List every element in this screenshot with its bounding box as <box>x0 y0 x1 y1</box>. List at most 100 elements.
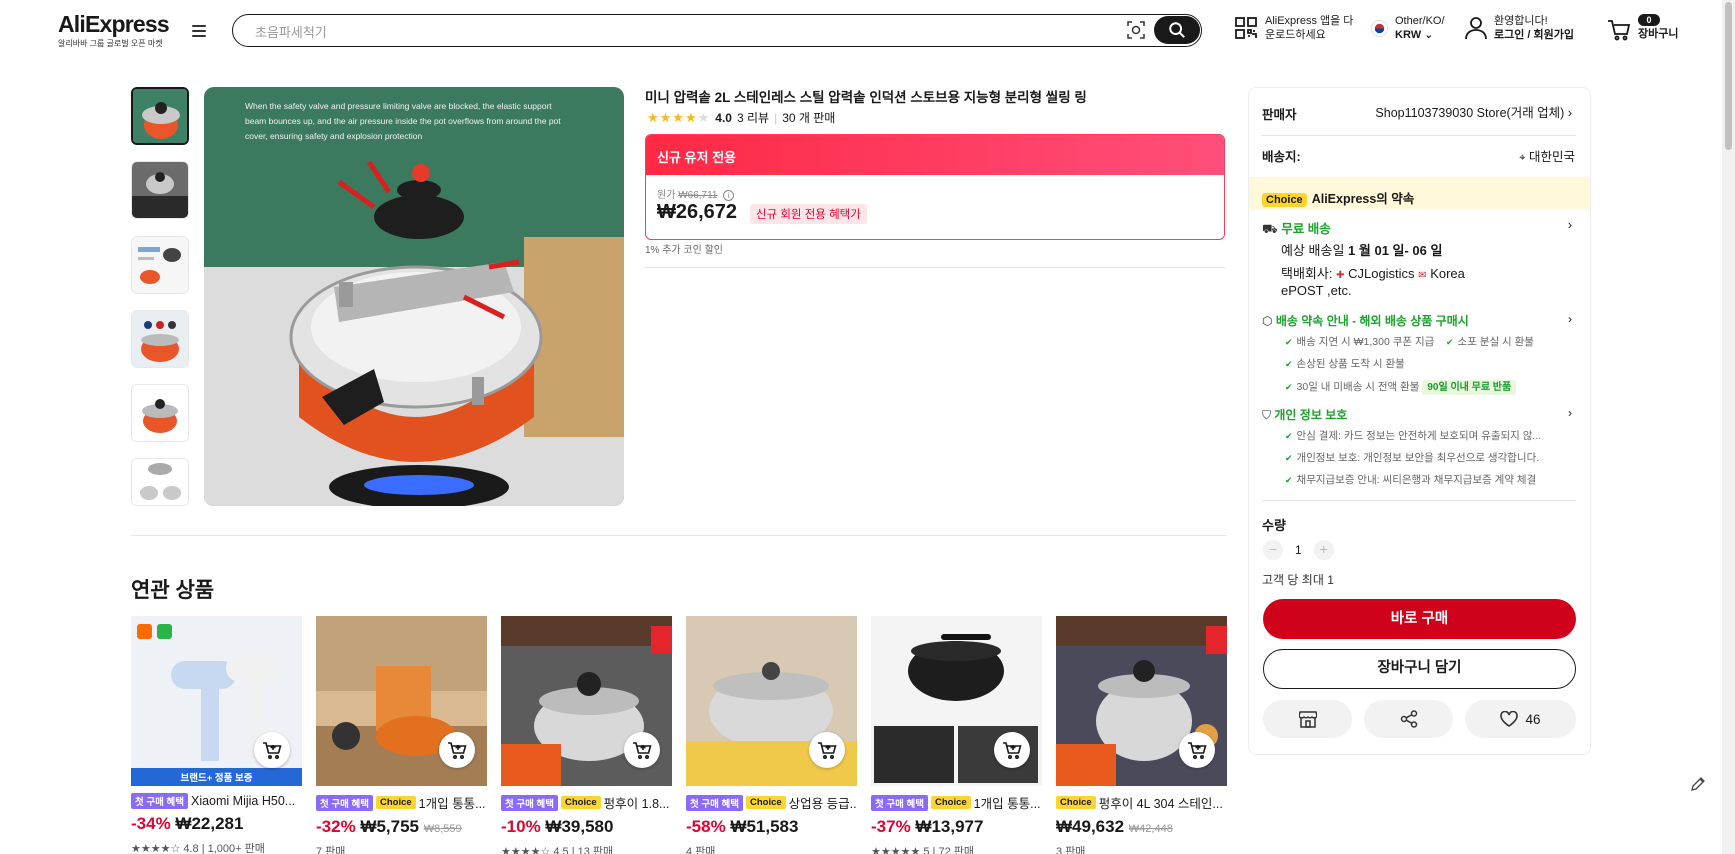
product-card[interactable]: 첫 구매 혜택 Choice 1개입 통통... -32% ₩5,755 ₩8,55… <box>316 616 487 854</box>
product-card[interactable]: 브랜드+ 정품 보증 첫 구매 혜택 Xiaomi Mijia H50... -3… <box>131 616 302 854</box>
related-products-title: 연관 상품 <box>131 579 215 602</box>
product-card-image[interactable] <box>1056 616 1227 786</box>
pencil-icon <box>1691 777 1705 791</box>
product-meta: ★★★★☆ 4.5 | 13 판매 <box>501 846 614 854</box>
thumbnail-5[interactable] <box>131 384 189 442</box>
choice-promise-text: AliExpress의 약속 <box>1311 192 1415 206</box>
qty-minus-button[interactable]: − <box>1263 540 1283 560</box>
choice-badge: Choice <box>1056 796 1096 809</box>
free-shipping-row[interactable]: ⛟ 무료 배송 › <box>1262 218 1576 238</box>
store-button[interactable] <box>1263 700 1352 738</box>
welcome-text: 환영합니다! <box>1494 15 1548 27</box>
carrier-1: CJLogistics <box>1348 266 1415 281</box>
free-return-pill: 90일 이내 무료 반품 <box>1422 380 1517 395</box>
image-search-icon[interactable] <box>1127 21 1145 39</box>
price: ₩51,583 <box>730 817 799 836</box>
discount: -10% <box>501 817 541 836</box>
privacy-item: ✔ 채무지급보증 안내: 씨티은행과 채무지급보증 계약 체결 <box>1285 472 1536 487</box>
check-icon: ✔ <box>1285 359 1293 369</box>
page-scrollbar[interactable] <box>1722 0 1735 854</box>
delivery-guarantee-row[interactable]: ⬡ 배송 약속 안내 - 해외 배송 상품 구매시 › <box>1262 312 1576 329</box>
product-card-image[interactable]: 브랜드+ 정품 보증 <box>131 616 302 786</box>
ship-to-country: 대한민국 <box>1528 150 1575 164</box>
add-to-cart-icon[interactable] <box>1179 732 1215 768</box>
currency-text: KRW <box>1395 29 1422 41</box>
free-shipping-text: 무료 배송 <box>1281 222 1331 236</box>
info-icon[interactable]: i <box>723 190 735 201</box>
carrier-2: Korea <box>1430 266 1465 281</box>
share-icon <box>1400 710 1417 728</box>
thumbnail-4[interactable] <box>131 310 189 368</box>
aliexpress-logo[interactable]: AliExpress 알리바바 그룹 글로벌 오픈 마켓 <box>58 12 172 49</box>
discount: -32% <box>316 817 356 836</box>
product-name[interactable]: 1개입 통통... <box>419 793 486 812</box>
divider <box>131 535 1226 536</box>
check-icon: ✔ <box>1285 453 1293 463</box>
add-to-cart-icon[interactable] <box>254 732 290 768</box>
add-to-cart-button[interactable]: 장바구니 담기 <box>1263 649 1576 689</box>
first-purchase-badge: 첫 구매 혜택 <box>871 794 928 811</box>
product-card-image[interactable] <box>316 616 487 786</box>
app-promo-line2: 운로드하세요 <box>1265 29 1326 41</box>
menu-icon[interactable] <box>192 24 206 38</box>
privacy-1: 안심 결제: 카드 정보는 안전하게 보호되며 유출되지 않... <box>1296 430 1542 442</box>
product-card[interactable]: 첫 구매 혜택 Choice 펑후이 1.8... -10% ₩39,580 ★★★… <box>501 616 672 854</box>
region-selector[interactable]: Other/KO/KRW ⌄ <box>1371 14 1445 42</box>
product-name[interactable]: Xiaomi Mijia H50... <box>191 794 295 808</box>
qty-value[interactable]: 1 <box>1295 543 1302 557</box>
product-name[interactable]: 상업용 등급... <box>789 793 857 812</box>
add-to-cart-icon[interactable] <box>439 732 475 768</box>
product-meta: 3 판매 <box>1056 846 1086 854</box>
product-card[interactable]: Choice 펑후이 4L 304 스테인... ₩49,632 ₩42,448 … <box>1056 616 1227 854</box>
add-to-cart-icon[interactable] <box>624 732 660 768</box>
product-card[interactable]: 첫 구매 혜택 Choice 1개입 통통... -37% ₩13,977 ★★★★… <box>871 616 1042 854</box>
store-icon <box>1298 710 1317 728</box>
est-date: 1 월 01 일- 06 일 <box>1348 243 1443 258</box>
search-button[interactable] <box>1154 16 1200 44</box>
choice-badge: Choice <box>745 796 786 809</box>
product-meta: 4 판매 <box>686 846 716 854</box>
product-card[interactable]: 첫 구매 혜택 Choice 상업용 등급... -58% ₩51,583 4 판매 <box>686 616 857 854</box>
product-card-image[interactable] <box>501 616 672 786</box>
app-download[interactable]: AliExpress 앱을 다 운로드하세요 <box>1234 14 1353 42</box>
main-product-image[interactable]: When the safety valve and pressure limit… <box>204 87 624 506</box>
login-link[interactable]: 로그인 / 회원가입 <box>1494 28 1574 42</box>
price: ₩39,580 <box>545 817 614 836</box>
wishlist-button[interactable]: 46 <box>1465 700 1576 738</box>
user-icon <box>1465 17 1487 40</box>
add-to-cart-icon[interactable] <box>994 732 1030 768</box>
sold-count: 30 개 판매 <box>782 111 836 125</box>
review-count[interactable]: 3 리뷰 <box>737 109 769 126</box>
guarantee-item: ✔ 손상된 상품 도착 시 환불 <box>1285 356 1405 371</box>
qty-plus-button[interactable]: + <box>1313 540 1334 560</box>
ship-to-selector[interactable]: ⌖ 대한민국 <box>1450 146 1575 165</box>
share-button[interactable] <box>1364 700 1453 738</box>
check-icon: ✔ <box>1285 475 1293 485</box>
thumbnail-2[interactable] <box>131 161 189 219</box>
est-label: 예상 배송일 <box>1281 243 1345 258</box>
thumbnail-6[interactable] <box>131 458 189 506</box>
original-price-row: 원가 ₩66,711 i <box>657 186 735 201</box>
carriers: 택배회사: ✚ CJLogistics ✉ Korea <box>1281 263 1465 282</box>
choice-badge: Choice <box>1262 193 1307 207</box>
privacy-title: 개인 정보 보호 <box>1274 408 1348 422</box>
old-price: ₩42,448 <box>1128 823 1173 835</box>
scrollbar-thumb[interactable] <box>1725 2 1732 150</box>
product-name[interactable]: 펑후이 4L 304 스테인... <box>1099 793 1223 812</box>
old-price: ₩8,559 <box>423 823 462 835</box>
account-menu[interactable]: 환영합니다! 로그인 / 회원가입 <box>1465 14 1574 42</box>
product-card-image[interactable] <box>871 616 1042 786</box>
seller-link[interactable]: Shop1103739030 Store(거래 업체) › <box>1366 102 1572 121</box>
feedback-button[interactable] <box>1690 776 1710 796</box>
product-name[interactable]: 1개입 통통... <box>974 793 1041 812</box>
korea-flag-icon <box>1371 19 1388 37</box>
thumbnail-3[interactable] <box>131 236 189 294</box>
product-card-image[interactable] <box>686 616 857 786</box>
buy-now-button[interactable]: 바로 구매 <box>1263 599 1576 639</box>
search-input[interactable]: 초음파세척기 <box>255 22 327 41</box>
product-name[interactable]: 펑후이 1.8... <box>604 793 670 812</box>
add-to-cart-icon[interactable] <box>809 732 845 768</box>
search-bar[interactable]: 초음파세척기 <box>232 14 1202 47</box>
thumbnail-1[interactable] <box>131 87 189 145</box>
privacy-row[interactable]: ⛉ 개인 정보 보호 › <box>1262 406 1576 423</box>
